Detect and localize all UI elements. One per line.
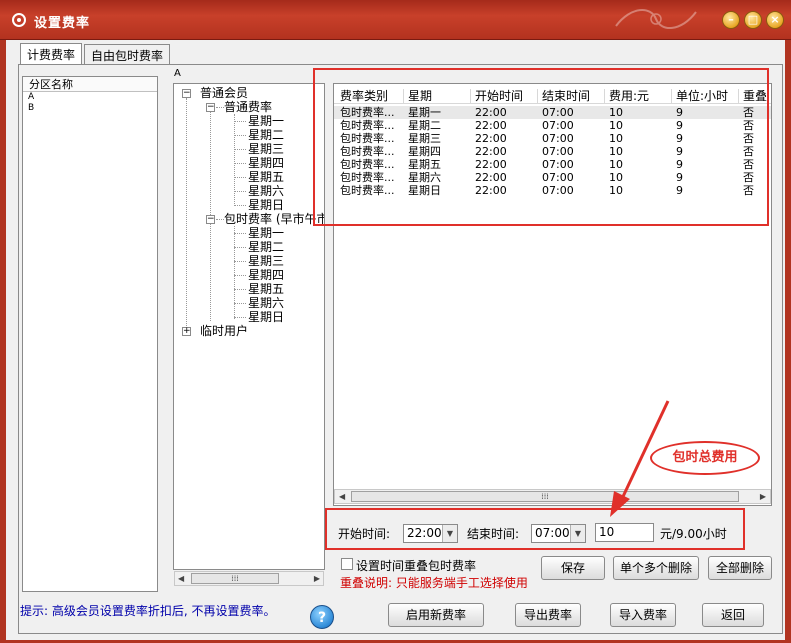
annotation-box-time xyxy=(325,508,745,550)
zone-list[interactable]: 分区名称 A B xyxy=(22,76,158,592)
tree-node-day[interactable]: 星期四 xyxy=(248,268,284,282)
table-horizontal-scrollbar[interactable]: ◀ ⁞⁞⁞ ▶ xyxy=(334,489,771,504)
tab-free-package-rate[interactable]: 自由包时费率 xyxy=(84,44,171,64)
collapse-icon[interactable]: − xyxy=(182,89,191,98)
scroll-left-icon[interactable]: ◀ xyxy=(339,492,345,501)
tree-node-day[interactable]: 星期六 xyxy=(248,296,284,310)
list-item[interactable]: B xyxy=(23,103,157,114)
overlap-checkbox-label: 设置时间重叠包时费率 xyxy=(356,559,477,573)
save-button[interactable]: 保存 xyxy=(541,556,605,580)
decorative-swirl-icon xyxy=(615,9,697,29)
collapse-icon[interactable]: − xyxy=(206,215,215,224)
member-rate-tree[interactable]: − 普通会员 − 普通费率 星期一 星期二 星期三 星期四 星期五 星期六 星期… xyxy=(173,83,325,570)
overlap-note: 重叠说明: 只能服务端手工选择使用 xyxy=(340,576,528,590)
minimize-icon[interactable]: – xyxy=(722,11,740,29)
tip-text: 提示: 高级会员设置费率折扣后, 不再设置费率。 xyxy=(20,604,276,618)
delete-all-button[interactable]: 全部删除 xyxy=(708,556,772,580)
tree-node-day[interactable]: 星期三 xyxy=(248,142,284,156)
tree-node-day[interactable]: 星期五 xyxy=(248,170,284,184)
window-title: 设置费率 xyxy=(34,16,91,31)
tree-horizontal-scrollbar[interactable]: ◀ ⁞⁞⁞ ▶ xyxy=(174,571,324,586)
annotation-box-table xyxy=(313,68,769,226)
tree-node-day[interactable]: 星期日 xyxy=(248,310,284,324)
tree-node-day[interactable]: 星期二 xyxy=(248,128,284,142)
expand-icon[interactable]: + xyxy=(182,327,191,336)
tree-node-day[interactable]: 星期日 xyxy=(248,198,284,212)
tree-node-normal-rate[interactable]: 普通费率 xyxy=(224,100,272,114)
tree-node-day[interactable]: 星期四 xyxy=(248,156,284,170)
tab-billing-rate[interactable]: 计费费率 xyxy=(20,43,83,65)
enable-new-rate-button[interactable]: 启用新费率 xyxy=(388,603,484,627)
tree-node-day[interactable]: 星期一 xyxy=(248,226,284,240)
help-icon[interactable]: ? xyxy=(310,605,334,629)
overlap-checkbox[interactable] xyxy=(341,558,353,570)
group-label: A xyxy=(174,68,181,79)
import-rate-button[interactable]: 导入费率 xyxy=(610,603,676,627)
scroll-thumb[interactable]: ⁞⁞⁞ xyxy=(351,491,739,502)
scroll-right-icon[interactable]: ▶ xyxy=(314,574,320,583)
title-bar[interactable]: 设置费率 – □ × xyxy=(0,0,791,40)
back-button[interactable]: 返回 xyxy=(702,603,764,627)
maximize-icon[interactable]: □ xyxy=(744,11,762,29)
delete-multi-button[interactable]: 单个多个删除 xyxy=(613,556,699,580)
zone-list-header: 分区名称 xyxy=(23,77,157,92)
tree-node-day[interactable]: 星期五 xyxy=(248,282,284,296)
tree-node-regular-member[interactable]: 普通会员 xyxy=(200,86,248,100)
scroll-right-icon[interactable]: ▶ xyxy=(760,492,766,501)
app-icon xyxy=(12,13,26,27)
collapse-icon[interactable]: − xyxy=(206,103,215,112)
export-rate-button[interactable]: 导出费率 xyxy=(515,603,581,627)
tree-node-temp-user[interactable]: 临时用户 xyxy=(200,324,248,338)
scroll-left-icon[interactable]: ◀ xyxy=(178,574,184,583)
tree-node-day[interactable]: 星期二 xyxy=(248,240,284,254)
scroll-thumb[interactable]: ⁞⁞⁞ xyxy=(191,573,279,584)
annotation-callout: 包时总费用 xyxy=(650,441,760,475)
tree-node-day[interactable]: 星期六 xyxy=(248,184,284,198)
close-icon[interactable]: × xyxy=(766,11,784,29)
list-item[interactable]: A xyxy=(23,92,157,103)
tree-node-package-rate[interactable]: 包时费率 (早市午市 xyxy=(224,212,324,226)
tree-node-day[interactable]: 星期三 xyxy=(248,254,284,268)
tree-node-day[interactable]: 星期一 xyxy=(248,114,284,128)
